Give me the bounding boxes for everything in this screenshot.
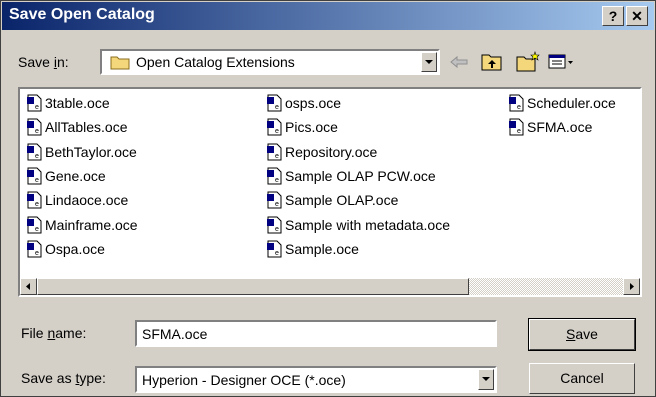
document-icon: e (267, 191, 282, 209)
file-name: Ospa.oce (45, 240, 105, 257)
file-name: 3table.oce (45, 95, 110, 111)
document-icon: e (267, 118, 282, 136)
file-name: AllTables.oce (45, 119, 128, 136)
save-in-label: Save in: (18, 54, 69, 70)
file-name: osps.oce (285, 95, 342, 111)
svg-text:e: e (275, 226, 279, 233)
file-name: Sample OLAP.oce (285, 192, 399, 209)
save-in-dropdown[interactable]: Open Catalog Extensions (100, 49, 440, 75)
back-arrow-icon[interactable] (448, 51, 470, 73)
file-item[interactable]: e Repository.oce (266, 142, 377, 162)
save-as-type-arrow[interactable] (478, 369, 494, 390)
current-folder-name: Open Catalog Extensions (136, 54, 295, 70)
file-name: SFMA.oce (527, 119, 593, 136)
document-icon: e (27, 143, 42, 161)
save-button[interactable]: Save (528, 318, 636, 351)
svg-text:e: e (517, 128, 521, 135)
file-name: Repository.oce (285, 143, 378, 160)
file-item[interactable]: e osps.oce (266, 93, 341, 113)
file-item[interactable]: e Mainframe.oce (26, 215, 138, 235)
document-icon: e (267, 240, 282, 258)
file-name-label: File name: (21, 325, 87, 341)
document-icon: e (267, 143, 282, 161)
svg-text:e: e (35, 201, 39, 208)
file-item[interactable]: e Sample with metadata.oce (266, 215, 450, 235)
help-button[interactable]: ? (602, 6, 624, 26)
folder-icon (110, 56, 130, 70)
file-name-input[interactable]: SFMA.oce (135, 320, 497, 347)
arrow-right-icon (630, 283, 634, 290)
save-dialog: Save Open Catalog ? ✕ Save in: Open Cata… (0, 0, 656, 397)
svg-text:e: e (275, 128, 279, 135)
title-bar[interactable]: Save Open Catalog ? ✕ (2, 2, 654, 30)
file-name: Mainframe.oce (45, 216, 138, 233)
file-item[interactable]: e Sample OLAP PCW.oce (266, 166, 436, 186)
file-name: Gene.oce (45, 167, 106, 184)
document-icon: e (509, 94, 524, 112)
new-folder-icon[interactable] (515, 51, 541, 73)
view-menu-icon[interactable] (547, 51, 575, 73)
file-item[interactable]: e Sample.oce (266, 239, 359, 259)
document-icon: e (267, 216, 282, 233)
svg-text:e: e (275, 201, 279, 208)
file-item[interactable]: e Gene.oce (26, 166, 106, 186)
dialog-title: Save Open Catalog (9, 6, 155, 23)
close-button[interactable]: ✕ (626, 6, 648, 26)
file-item[interactable]: e BethTaylor.oce (26, 142, 137, 162)
scroll-left-button[interactable] (20, 278, 37, 295)
save-in-dropdown-arrow[interactable] (421, 52, 437, 72)
file-item[interactable]: e 3table.oce (26, 93, 110, 113)
svg-text:e: e (275, 177, 279, 184)
arrow-left-icon (26, 283, 30, 290)
save-as-type-label: Save as type: (21, 370, 106, 386)
file-item[interactable]: e Ospa.oce (26, 239, 105, 259)
document-icon: e (27, 167, 42, 185)
document-icon: e (27, 191, 42, 209)
file-item[interactable]: e Lindaoce.oce (26, 190, 128, 210)
file-name: BethTaylor.oce (45, 143, 137, 160)
file-name: Lindaoce.oce (45, 192, 129, 209)
svg-text:e: e (35, 250, 39, 257)
file-name: Scheduler.oce (527, 95, 616, 111)
file-name: Pics.oce (285, 119, 338, 136)
svg-text:e: e (275, 104, 279, 111)
svg-text:e: e (275, 153, 279, 160)
file-name: Sample OLAP PCW.oce (285, 167, 436, 184)
svg-text:e: e (275, 250, 279, 257)
document-icon: e (267, 94, 282, 112)
file-item[interactable]: e SFMA.oce (508, 117, 592, 137)
file-name: Sample with metadata.oce (285, 216, 450, 233)
save-as-type-value: Hyperion - Designer OCE (*.oce) (142, 372, 346, 388)
document-icon: e (27, 240, 42, 258)
file-list[interactable]: e 3table.oce e AllTables.oce e BethTaylor.oce… (18, 87, 642, 297)
svg-text:e: e (35, 104, 39, 111)
save-as-type-dropdown[interactable]: Hyperion - Designer OCE (*.oce) (135, 366, 497, 393)
svg-text:e: e (35, 128, 39, 135)
file-name-value: SFMA.oce (142, 326, 208, 342)
file-item[interactable]: e Sample OLAP.oce (266, 190, 398, 210)
svg-text:e: e (35, 177, 39, 184)
svg-text:e: e (517, 104, 521, 111)
document-icon: e (509, 118, 524, 136)
document-icon: e (267, 167, 282, 185)
document-icon: e (27, 94, 42, 112)
file-item[interactable]: e Scheduler.oce (508, 93, 616, 113)
up-folder-icon[interactable] (480, 51, 504, 73)
file-name: Sample.oce (285, 240, 359, 257)
document-icon: e (27, 118, 42, 136)
svg-text:e: e (35, 153, 39, 160)
document-icon: e (27, 216, 42, 233)
scroll-right-button[interactable] (623, 278, 640, 295)
file-item[interactable]: e AllTables.oce (26, 117, 128, 137)
scroll-thumb[interactable] (37, 278, 469, 295)
horizontal-scrollbar[interactable] (20, 278, 640, 295)
file-item[interactable]: e Pics.oce (266, 117, 338, 137)
svg-text:e: e (35, 226, 39, 233)
cancel-button[interactable]: Cancel (529, 363, 635, 394)
